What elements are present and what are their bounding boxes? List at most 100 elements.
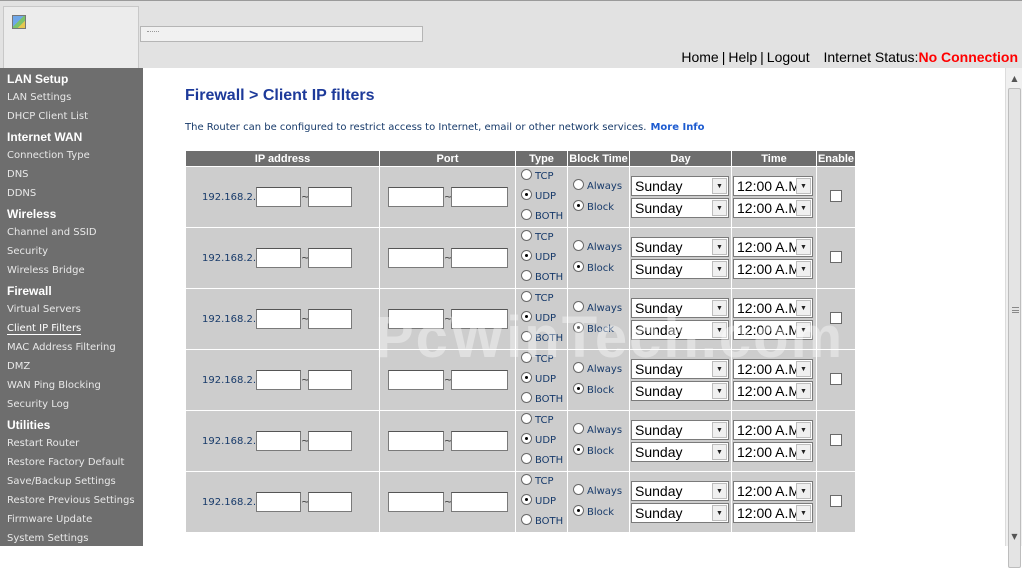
time-to-select[interactable]: 12:00 A.M ▼ xyxy=(733,442,813,462)
chevron-down-icon[interactable]: ▼ xyxy=(796,239,811,255)
day-to-select[interactable]: Sunday ▼ xyxy=(631,442,729,462)
chevron-down-icon[interactable]: ▼ xyxy=(796,383,811,399)
day-to-select[interactable]: Sunday ▼ xyxy=(631,320,729,340)
radio-button[interactable] xyxy=(521,331,532,342)
time-to-select[interactable]: 12:00 A.M ▼ xyxy=(733,503,813,523)
sidebar-item[interactable]: Channel and SSID xyxy=(0,223,143,242)
radio-button[interactable] xyxy=(573,301,584,312)
day-to-select[interactable]: Sunday ▼ xyxy=(631,503,729,523)
block-option-block[interactable]: Block xyxy=(573,380,629,401)
enable-checkbox[interactable] xyxy=(830,250,842,263)
time-to-select[interactable]: 12:00 A.M ▼ xyxy=(733,320,813,340)
type-option-tcp[interactable]: TCP xyxy=(521,350,567,370)
time-from-select[interactable]: 12:00 A.M ▼ xyxy=(733,237,813,257)
sidebar-item[interactable]: DHCP Client List xyxy=(0,107,143,126)
ip-end-input[interactable] xyxy=(308,187,353,207)
type-option-both[interactable]: BOTH xyxy=(521,512,567,532)
radio-button[interactable] xyxy=(521,291,532,302)
time-to-select[interactable]: 12:00 A.M ▼ xyxy=(733,198,813,218)
radio-button[interactable] xyxy=(521,352,532,363)
radio-button[interactable] xyxy=(521,433,532,444)
type-option-tcp[interactable]: TCP xyxy=(521,167,567,187)
type-option-udp[interactable]: UDP xyxy=(521,309,567,329)
enable-checkbox[interactable] xyxy=(830,189,842,202)
radio-button[interactable] xyxy=(521,453,532,464)
type-option-udp[interactable]: UDP xyxy=(521,492,567,512)
sidebar-item[interactable]: Security xyxy=(0,242,143,261)
radio-button[interactable] xyxy=(521,230,532,241)
chevron-down-icon[interactable]: ▼ xyxy=(712,444,727,460)
port-end-input[interactable] xyxy=(451,431,508,451)
block-option-always[interactable]: Always xyxy=(573,298,629,319)
sidebar-item[interactable]: Client IP Filters xyxy=(0,319,143,338)
port-end-input[interactable] xyxy=(451,248,508,268)
ip-start-input[interactable] xyxy=(256,187,302,207)
day-from-select[interactable]: Sunday ▼ xyxy=(631,420,729,440)
day-to-select[interactable]: Sunday ▼ xyxy=(631,259,729,279)
radio-button[interactable] xyxy=(573,179,584,190)
sidebar-item[interactable]: System Settings xyxy=(0,529,143,546)
day-from-select[interactable]: Sunday ▼ xyxy=(631,359,729,379)
ip-start-input[interactable] xyxy=(256,431,302,451)
radio-button[interactable] xyxy=(573,383,584,394)
sidebar-item[interactable]: Connection Type xyxy=(0,146,143,165)
port-end-input[interactable] xyxy=(451,492,508,512)
day-from-select[interactable]: Sunday ▼ xyxy=(631,298,729,318)
radio-button[interactable] xyxy=(521,372,532,383)
block-option-always[interactable]: Always xyxy=(573,481,629,502)
radio-button[interactable] xyxy=(521,169,532,180)
sidebar-item[interactable]: DMZ xyxy=(0,357,143,376)
radio-button[interactable] xyxy=(573,423,584,434)
sidebar-item[interactable]: DDNS xyxy=(0,184,143,203)
sidebar-item[interactable]: Firmware Update xyxy=(0,510,143,529)
sidebar-item[interactable]: Restart Router xyxy=(0,434,143,453)
chevron-down-icon[interactable]: ▼ xyxy=(796,200,811,216)
type-option-udp[interactable]: UDP xyxy=(521,370,567,390)
block-option-block[interactable]: Block xyxy=(573,319,629,340)
type-option-tcp[interactable]: TCP xyxy=(521,228,567,248)
chevron-down-icon[interactable]: ▼ xyxy=(712,361,727,377)
block-option-block[interactable]: Block xyxy=(573,258,629,279)
time-to-select[interactable]: 12:00 A.M ▼ xyxy=(733,259,813,279)
port-end-input[interactable] xyxy=(451,370,508,390)
chevron-down-icon[interactable]: ▼ xyxy=(796,444,811,460)
radio-button[interactable] xyxy=(521,392,532,403)
sidebar-item[interactable]: Save/Backup Settings xyxy=(0,472,143,491)
ip-start-input[interactable] xyxy=(256,492,302,512)
type-option-udp[interactable]: UDP xyxy=(521,431,567,451)
sidebar-item[interactable]: LAN Settings xyxy=(0,88,143,107)
home-link[interactable]: Home xyxy=(681,49,718,65)
type-option-both[interactable]: BOTH xyxy=(521,329,567,349)
radio-button[interactable] xyxy=(573,261,584,272)
ip-start-input[interactable] xyxy=(256,248,302,268)
radio-button[interactable] xyxy=(521,514,532,525)
type-option-both[interactable]: BOTH xyxy=(521,207,567,227)
time-from-select[interactable]: 12:00 A.M ▼ xyxy=(733,481,813,501)
block-option-block[interactable]: Block xyxy=(573,441,629,462)
chevron-down-icon[interactable]: ▼ xyxy=(712,383,727,399)
radio-button[interactable] xyxy=(521,311,532,322)
scroll-down-arrow-icon[interactable]: ▼ xyxy=(1008,530,1021,544)
port-start-input[interactable] xyxy=(388,248,444,268)
ip-end-input[interactable] xyxy=(308,370,353,390)
sidebar-item[interactable]: DNS xyxy=(0,165,143,184)
type-option-both[interactable]: BOTH xyxy=(521,390,567,410)
radio-button[interactable] xyxy=(573,240,584,251)
ip-start-input[interactable] xyxy=(256,309,302,329)
radio-button[interactable] xyxy=(521,209,532,220)
enable-checkbox[interactable] xyxy=(830,433,842,446)
enable-checkbox[interactable] xyxy=(830,494,842,507)
sidebar-item[interactable]: Security Log xyxy=(0,395,143,414)
sidebar-item[interactable]: Wireless Bridge xyxy=(0,261,143,280)
radio-button[interactable] xyxy=(521,270,532,281)
port-start-input[interactable] xyxy=(388,431,444,451)
type-option-tcp[interactable]: TCP xyxy=(521,411,567,431)
help-link[interactable]: Help xyxy=(728,49,757,65)
enable-checkbox[interactable] xyxy=(830,372,842,385)
chevron-down-icon[interactable]: ▼ xyxy=(796,261,811,277)
sidebar-item[interactable]: Virtual Servers xyxy=(0,300,143,319)
port-start-input[interactable] xyxy=(388,370,444,390)
chevron-down-icon[interactable]: ▼ xyxy=(796,178,811,194)
block-option-block[interactable]: Block xyxy=(573,197,629,218)
chevron-down-icon[interactable]: ▼ xyxy=(796,483,811,499)
